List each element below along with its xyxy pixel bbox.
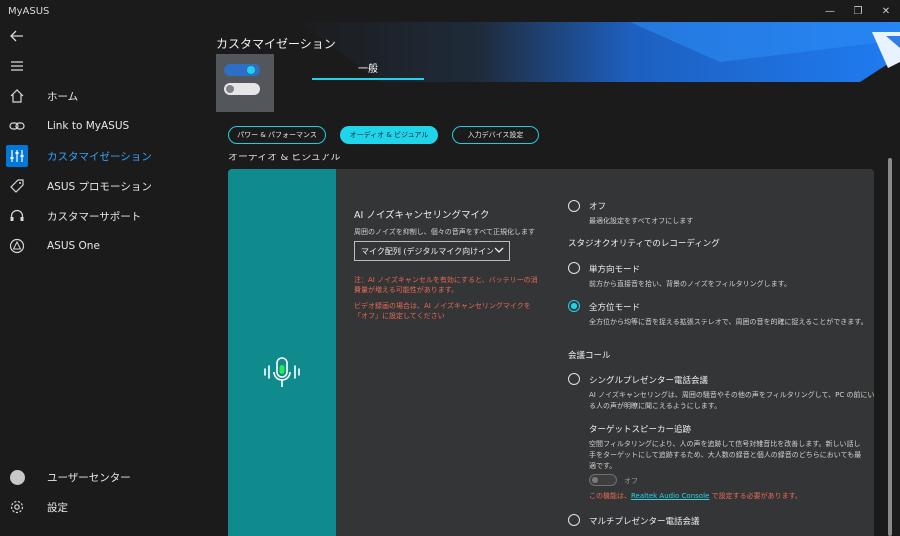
option-off-desc: 最適化設定をすべてオフにします [589, 217, 694, 225]
sidebar-item-label: ASUS プロモーション [47, 180, 152, 193]
target-tracking-desc-2: 手をターゲットにして追跡するため、大人数の録音と個人の録音のどちらにおいても最 [589, 451, 862, 459]
target-tracking-label: ターゲットスピーカー追跡 [589, 425, 692, 435]
radio-omni-direction[interactable] [568, 300, 580, 312]
maximize-button[interactable]: ❐ [843, 0, 873, 22]
radio-single-direction[interactable] [568, 262, 580, 274]
target-tracking-desc-1: 空間フィルタリングにより、人の声を追跡して信号対雑音比を改善します。新しい話し [589, 440, 861, 448]
chevron-down-icon [494, 247, 504, 253]
microphone-select-value: マイク配列 (デジタルマイク向けインテル® スマート・サウンド・テクノロジー) [361, 246, 493, 256]
sidebar-item-user-center[interactable]: ユーザーセンター [0, 463, 200, 491]
sidebar-item-customization[interactable]: カスタマイゼーション [0, 142, 200, 170]
audio-settings-card: AI ノイズキャンセリングマイク 周囲のノイズを抑制し、個々の音声をすべて正規化… [228, 169, 874, 536]
app-title: MyASUS [8, 5, 50, 17]
subtab-audio-visual[interactable]: オーディオ & ビジュアル [340, 126, 438, 144]
noise-cancel-desc: 周囲のノイズを抑制し、個々の音声をすべて正規化します [354, 228, 536, 236]
option-omni-label: 全方位モード [589, 303, 641, 313]
battery-warning-note: 注：AI ノイズキャンセルを有効にすると、バッテリーの消費量が増える可能性があり… [354, 276, 538, 294]
option-single-presenter-desc-2: る人の声が明瞭に聞こえるようにします。 [589, 402, 722, 410]
card-teal-panel [228, 169, 336, 536]
section-heading: オーディオ & ビジュアル [228, 154, 341, 162]
option-single-desc: 前方から直接音を拾い、背景のノイズをフィルタリングします。 [589, 280, 791, 288]
studio-recording-heading: スタジオクオリティでのレコーディング [568, 239, 720, 249]
option-multi-presenter-label: マルチプレゼンター電話会議 [589, 517, 700, 527]
target-tracking-desc-3: 適です。 [589, 462, 617, 470]
realtek-note-prefix: この機能は、 [589, 492, 631, 500]
radio-multi-presenter[interactable] [568, 514, 580, 526]
main-content: カスタマイゼーション 一般 パワー & パフォーマンス オーディオ & ビジュア… [200, 22, 900, 536]
sidebar-item-asus-one[interactable]: ASUS One [0, 232, 200, 260]
page-title: カスタマイゼーション [216, 37, 336, 51]
avatar [6, 466, 28, 488]
realtek-audio-console-link[interactable]: Realtek Audio Console [631, 492, 709, 500]
sidebar: ホーム Link to MyASUS カスタマイゼーション ASUS プロモーシ… [0, 22, 200, 536]
toggle-knob-graphic [226, 85, 234, 93]
radio-single-presenter[interactable] [568, 373, 580, 385]
scrollbar[interactable] [888, 158, 892, 536]
sidebar-item-label: ホーム [47, 90, 79, 103]
realtek-note-suffix: で設定する必要があります。 [709, 492, 802, 500]
realtek-note: この機能は、Realtek Audio Console で設定する必要があります… [589, 491, 802, 501]
radio-off[interactable] [568, 200, 580, 212]
option-single-label: 単方向モード [589, 265, 641, 275]
tab-underline [312, 78, 424, 80]
home-icon [6, 85, 28, 107]
headset-icon [6, 205, 28, 227]
header-banner [300, 22, 900, 82]
target-tracking-toggle[interactable] [589, 474, 617, 486]
sidebar-item-link-to-myasus[interactable]: Link to MyASUS [0, 112, 200, 140]
microphone-icon [264, 357, 300, 387]
video-recording-note: ビデオ録画の場合は、AI ノイズキャンセリングマイクを「オフ」に設定してください [354, 302, 531, 320]
subtab-power-performance[interactable]: パワー & パフォーマンス [228, 126, 326, 144]
sidebar-item-label: Link to MyASUS [47, 120, 130, 132]
sliders-icon [6, 145, 28, 167]
title-bar: MyASUS — ❐ ✕ [0, 0, 900, 22]
sidebar-item-support[interactable]: カスタマーサポート [0, 202, 200, 230]
minimize-button[interactable]: — [815, 0, 845, 22]
subtab-input-devices[interactable]: 入力デバイス設定 [452, 126, 539, 144]
noise-cancel-title: AI ノイズキャンセリングマイク [354, 210, 490, 221]
toggle-knob-graphic [247, 66, 255, 74]
asus-one-icon [6, 235, 28, 257]
sidebar-item-home[interactable]: ホーム [0, 82, 200, 110]
option-single-presenter-desc-1: AI ノイズキャンセリングは、周囲の騒音やその他の声をフィルタリングして、PC … [589, 391, 874, 399]
target-tracking-toggle-label: オフ [624, 477, 638, 485]
sidebar-item-settings[interactable]: 設定 [0, 493, 200, 521]
tag-icon [6, 175, 28, 197]
sidebar-item-label: ユーザーセンター [47, 471, 131, 484]
sidebar-item-promotion[interactable]: ASUS プロモーション [0, 172, 200, 200]
back-arrow-icon [10, 30, 23, 42]
scrollbar-thumb[interactable] [888, 158, 892, 536]
sidebar-item-label: 設定 [47, 501, 68, 514]
link-icon [6, 115, 28, 137]
close-button[interactable]: ✕ [871, 0, 900, 22]
back-button[interactable] [6, 25, 28, 47]
sidebar-item-label: カスタマーサポート [47, 210, 142, 223]
hamburger-icon [11, 61, 23, 71]
tab-general[interactable]: 一般 [312, 54, 424, 80]
conference-call-heading: 会議コール [568, 351, 611, 361]
menu-toggle-button[interactable] [6, 55, 28, 77]
sidebar-item-label: ASUS One [47, 240, 100, 252]
gear-icon [6, 496, 28, 518]
microphone-select[interactable]: マイク配列 (デジタルマイク向けインテル® スマート・サウンド・テクノロジー) [354, 241, 510, 261]
option-single-presenter-label: シングルプレゼンター電話会議 [589, 376, 709, 386]
option-omni-desc: 全方位から均等に音を捉える拡張ステレオで、周囲の音を的確に捉えることができます。 [589, 318, 868, 326]
sidebar-item-label: カスタマイゼーション [47, 150, 152, 163]
category-tile [216, 54, 274, 112]
option-off-label: オフ [589, 202, 607, 212]
